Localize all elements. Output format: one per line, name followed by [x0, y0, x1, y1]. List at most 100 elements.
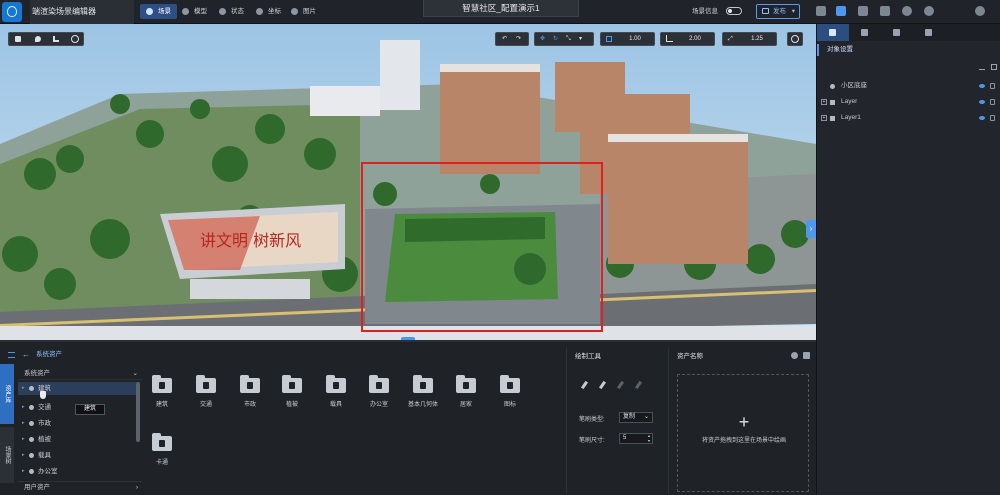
category-vehicle[interactable]: ▸ 载具 [18, 449, 136, 462]
folder-vehicle[interactable]: 载具 [316, 374, 356, 418]
tab-coordinate[interactable]: 坐标 [250, 4, 287, 19]
scrollbar[interactable] [136, 382, 140, 442]
grid-icon [606, 36, 612, 42]
folder-home[interactable]: 居家 [446, 374, 486, 418]
tab-object-settings[interactable] [817, 24, 849, 41]
asset-library-header: ← 系统资产 [8, 348, 142, 362]
view-toolbar [8, 32, 84, 46]
marker-icon[interactable] [35, 36, 41, 42]
tab-scene[interactable]: 场景 [140, 4, 177, 19]
chart-icon[interactable] [53, 36, 59, 42]
folder-basic-geometry[interactable]: 基本几何体 [403, 374, 443, 418]
menu-icon[interactable] [8, 352, 15, 358]
folder-icon [152, 375, 172, 393]
undo-icon[interactable]: ↶ [502, 33, 507, 45]
category-icon [29, 437, 34, 442]
category-office[interactable]: ▸ 办公室 [18, 465, 136, 478]
expand-right-panel-button[interactable]: › [806, 220, 816, 238]
move-icon[interactable]: ✥ [540, 33, 545, 45]
tree-item-base[interactable]: 小区底座 [817, 80, 1000, 92]
scale-snap-field[interactable]: ⤢ 1.25 [722, 32, 777, 46]
model-icon [182, 8, 189, 15]
tab-asset-library[interactable]: 资产库 [0, 364, 14, 424]
wrench-icon [893, 29, 900, 36]
transform-toolbar: ✥ ↻ ⤡ ▾ [534, 32, 594, 46]
lock-icon[interactable] [990, 115, 995, 121]
target-icon [791, 35, 799, 43]
copy-icon[interactable] [816, 6, 826, 16]
tab-model[interactable]: 模型 [176, 4, 213, 19]
folder-office[interactable]: 办公室 [359, 374, 399, 418]
category-building[interactable]: ▸ 建筑 [18, 382, 136, 395]
category-icon [29, 386, 34, 391]
pencil-icon[interactable] [598, 380, 609, 390]
visibility-icon[interactable] [979, 116, 985, 120]
redo-icon[interactable]: ↷ [516, 33, 521, 45]
eraser-icon[interactable] [616, 380, 627, 390]
plus-icon: + [738, 412, 750, 432]
scene-icon [146, 8, 153, 15]
image-icon [291, 8, 298, 15]
download-icon[interactable] [979, 64, 985, 70]
folder-traffic[interactable]: 交通 [186, 374, 226, 418]
publish-button[interactable]: 发布 ▾ [756, 4, 800, 19]
angle-snap-field[interactable]: 2.00 [660, 32, 715, 46]
grid-snap-value: 1.00 [629, 36, 641, 42]
system-assets-select[interactable]: 系统资产 ⌄ [18, 368, 142, 380]
scene-info-toggle[interactable] [726, 7, 742, 15]
folder-building[interactable]: 建筑 [142, 374, 182, 418]
scene-viewport[interactable]: 讲文明 树新风 ↶ ↷ ✥ ↻ ⤡ ▾ 1.00 2.00 ⤢ 1.25 › [0, 24, 816, 340]
section-title: 对象设置 [817, 44, 1000, 56]
folder-cartoon[interactable]: 卡通 [142, 432, 182, 476]
layers-icon[interactable] [880, 6, 890, 16]
folder-icon [500, 375, 520, 393]
tab-location[interactable] [849, 24, 881, 41]
angle-icon [666, 35, 673, 42]
asset-drop-zone[interactable]: + 将资产拖拽到这里在场景中绘画 [677, 374, 809, 492]
rotate-icon[interactable]: ↻ [553, 33, 558, 45]
folder-icon [196, 375, 216, 393]
chevron-down-icon[interactable]: ▾ [579, 33, 582, 45]
category-vegetation[interactable]: ▸ 植被 [18, 433, 136, 446]
visibility-icon[interactable] [979, 100, 985, 104]
globe-icon[interactable] [71, 35, 79, 43]
folder-vegetation[interactable]: 植被 [272, 374, 312, 418]
lock-icon[interactable] [990, 83, 995, 89]
cube-icon[interactable] [15, 36, 21, 42]
selection-highlight [361, 162, 603, 332]
visibility-icon[interactable] [979, 84, 985, 88]
settings-icon[interactable] [791, 352, 798, 359]
save-icon[interactable] [836, 6, 846, 16]
folder-icons[interactable]: 图标 [490, 374, 530, 418]
tab-image[interactable]: 图片 [285, 4, 322, 19]
add-layer-icon[interactable] [991, 64, 997, 70]
brush-icon[interactable] [580, 380, 591, 390]
image-icon [925, 29, 932, 36]
tab-state[interactable]: 状态 [213, 4, 250, 19]
expand-icon[interactable]: + [821, 115, 827, 121]
help-icon[interactable] [902, 6, 912, 16]
folder-municipal[interactable]: 市政 [230, 374, 270, 418]
scale-icon[interactable]: ⤡ [566, 33, 571, 45]
brush-type-select[interactable]: 复制 ⌄ [619, 412, 653, 423]
tab-tools[interactable] [881, 24, 913, 41]
settings-icon[interactable] [975, 6, 985, 16]
category-icon [29, 405, 34, 410]
preview-icon[interactable] [858, 6, 868, 16]
delete-icon[interactable] [803, 352, 810, 359]
tab-image[interactable] [913, 24, 945, 41]
user-icon[interactable] [924, 6, 934, 16]
document-title: 智慧社区_配置演示1 [423, 0, 579, 17]
tree-item-layer1[interactable]: + Layer1 [817, 112, 1000, 124]
back-icon[interactable]: ← [22, 348, 30, 362]
lock-icon[interactable] [990, 99, 995, 105]
brush-size-input[interactable]: 5 ▴ ▾ [619, 433, 653, 444]
user-assets-select[interactable]: 用户资产 › [18, 481, 142, 493]
tree-item-layer[interactable]: + Layer [817, 96, 1000, 108]
expand-icon[interactable]: + [821, 99, 827, 105]
tab-scene-tree[interactable]: 场景树 [0, 427, 14, 483]
category-municipal[interactable]: ▸ 市政 [18, 417, 136, 430]
grid-snap-field[interactable]: 1.00 [600, 32, 655, 46]
fill-icon[interactable] [634, 380, 645, 390]
camera-settings-button[interactable] [787, 32, 803, 46]
